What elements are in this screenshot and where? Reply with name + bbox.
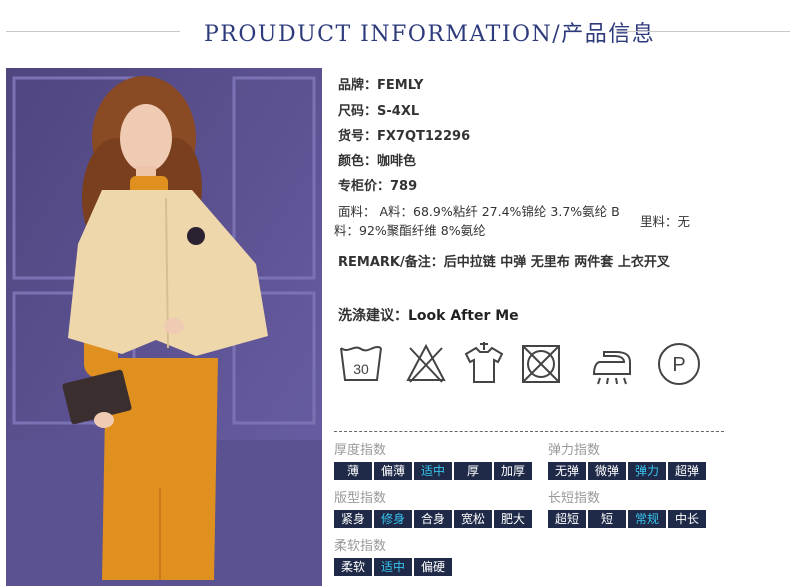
- page-title: PROUDUCT INFORMATION/产品信息: [204, 22, 656, 47]
- header-rule-right: [616, 31, 790, 32]
- fit-option: 宽松: [454, 510, 492, 528]
- hang-dry-icon: [464, 342, 504, 383]
- elasticity-options: 无弹 微弹 弹力 超弹: [548, 462, 708, 480]
- elasticity-option: 微弹: [588, 462, 626, 480]
- thickness-option-selected: 适中: [414, 462, 452, 480]
- length-option: 短: [588, 510, 626, 528]
- elasticity-option-selected: 弹力: [628, 462, 666, 480]
- wash-row: 洗涤建议：Look After Me: [338, 308, 519, 324]
- thickness-option: 偏薄: [374, 462, 412, 480]
- wash-temp: 30: [353, 361, 369, 377]
- no-tumble-dry-icon: [522, 345, 560, 383]
- length-label: 长短指数: [548, 491, 601, 506]
- header-rule-left: [6, 31, 180, 32]
- section-header: PROUDUCT INFORMATION/产品信息: [0, 14, 790, 50]
- color-row: 颜色：咖啡色: [338, 154, 417, 169]
- dry-clean-p-icon: P: [658, 343, 700, 385]
- softness-option: 柔软: [334, 558, 372, 576]
- iron-low-icon: [592, 351, 631, 385]
- length-options: 超短 短 常规 中长: [548, 510, 708, 528]
- dry-clean-letter: P: [672, 354, 685, 376]
- fit-options: 紧身 修身 合身 宽松 肥大: [334, 510, 534, 528]
- softness-option: 偏硬: [414, 558, 452, 576]
- dashed-divider: [334, 431, 724, 432]
- fit-option: 紧身: [334, 510, 372, 528]
- thickness-option: 薄: [334, 462, 372, 480]
- length-option-selected: 常规: [628, 510, 666, 528]
- lining-text: 里料：无: [640, 214, 691, 229]
- elasticity-option: 无弹: [548, 462, 586, 480]
- care-icons: 30 P: [338, 340, 718, 396]
- length-option: 中长: [668, 510, 706, 528]
- no-bleach-icon: [406, 343, 446, 383]
- thickness-options: 薄 偏薄 适中 厚 加厚: [334, 462, 534, 480]
- fit-label: 版型指数: [334, 491, 387, 506]
- fabric-line-1: 面料： A料：68.9%粘纤 27.4%锦纶 3.7%氨纶 B: [338, 204, 620, 219]
- thickness-option: 加厚: [494, 462, 532, 480]
- fit-option-selected: 修身: [374, 510, 412, 528]
- fit-option: 合身: [414, 510, 452, 528]
- fabric-row: 面料： A料：68.9%粘纤 27.4%锦纶 3.7%氨纶 B 里料：无 料：9…: [334, 202, 708, 240]
- wash-30-icon: 30: [340, 346, 382, 381]
- length-option: 超短: [548, 510, 586, 528]
- thickness-label: 厚度指数: [334, 443, 387, 458]
- price-row: 专柜价：789: [338, 179, 418, 194]
- remark-row: REMARK/备注：后中拉链 中弹 无里布 两件套 上衣开叉: [338, 255, 670, 270]
- thickness-option: 厚: [454, 462, 492, 480]
- elasticity-label: 弹力指数: [548, 443, 601, 458]
- fit-option: 肥大: [494, 510, 532, 528]
- brand-row: 品牌：FEMLY: [338, 78, 424, 93]
- softness-label: 柔软指数: [334, 539, 387, 554]
- elasticity-option: 超弹: [668, 462, 706, 480]
- softness-option-selected: 适中: [374, 558, 412, 576]
- product-photo: [6, 68, 322, 586]
- sku-row: 货号：FX7QT12296: [338, 129, 471, 144]
- size-row: 尺码：S-4XL: [338, 104, 420, 119]
- softness-options: 柔软 适中 偏硬: [334, 558, 454, 576]
